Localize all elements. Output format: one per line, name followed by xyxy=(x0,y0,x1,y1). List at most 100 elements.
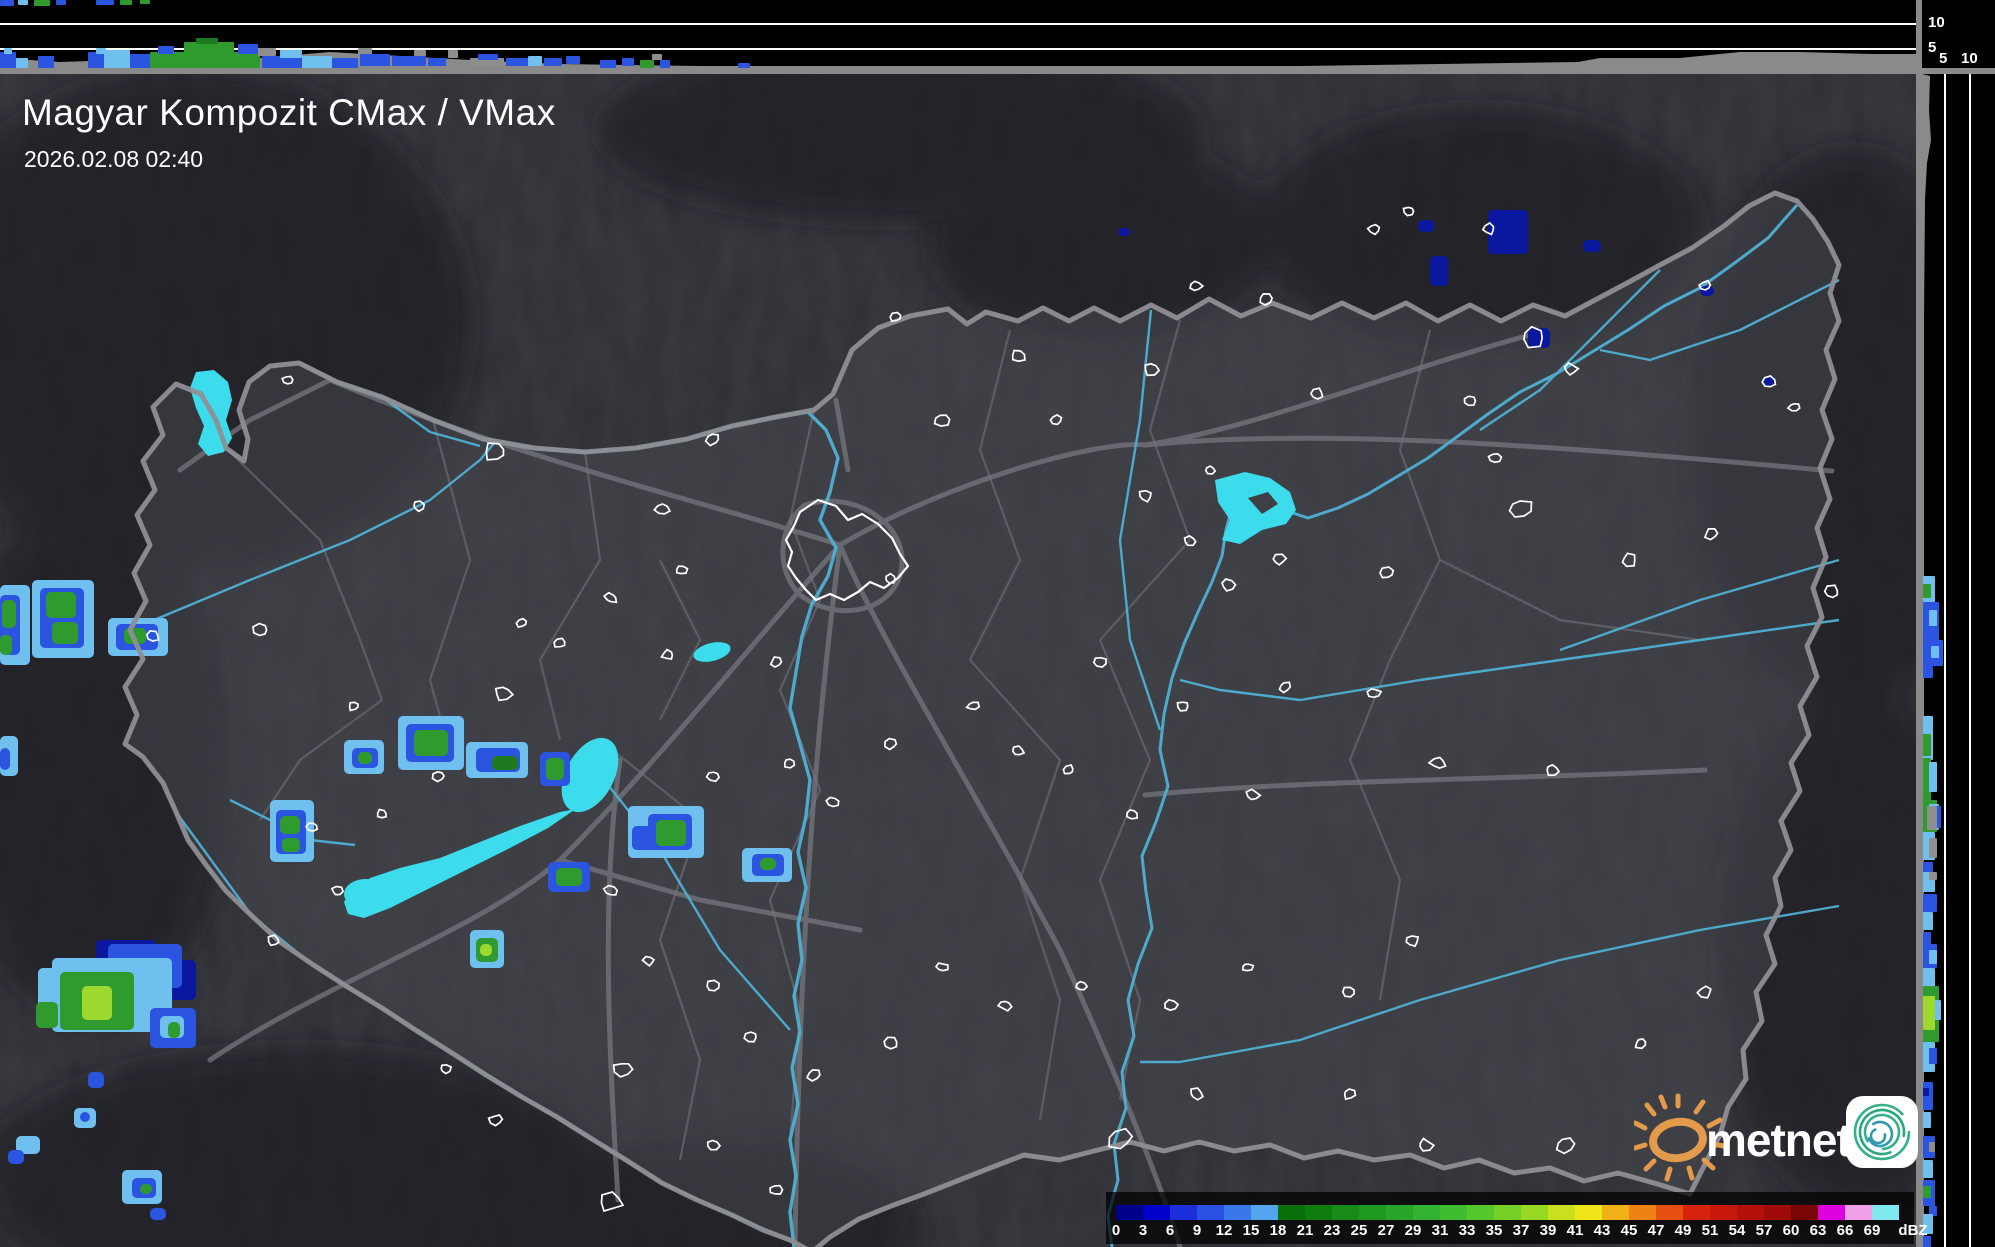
radar-cell xyxy=(150,52,184,68)
radar-cell xyxy=(120,0,132,5)
dbz-label: 0 xyxy=(1111,1222,1121,1239)
radar-cell xyxy=(4,48,12,54)
radar-cell xyxy=(392,56,426,66)
radar-cell xyxy=(1923,894,1937,912)
radar-cell xyxy=(1488,210,1528,254)
radar-cell xyxy=(82,986,112,1020)
radar-cell xyxy=(414,730,448,756)
radar-cell xyxy=(428,58,446,66)
radar-cell xyxy=(1929,838,1937,858)
radar-cell xyxy=(1430,256,1448,286)
radar-cell xyxy=(1118,228,1130,236)
dbz-cell xyxy=(1602,1205,1629,1220)
radar-cell xyxy=(140,1184,152,1194)
dbz-label: 39 xyxy=(1539,1222,1557,1239)
radar-cell xyxy=(1929,1048,1937,1064)
radar-cell xyxy=(1935,1000,1941,1020)
radar-cell xyxy=(0,52,16,68)
dbz-cell xyxy=(1521,1205,1548,1220)
map-area xyxy=(0,74,1916,1247)
dbz-cell xyxy=(1467,1205,1494,1220)
radar-cell xyxy=(1923,932,1931,944)
radar-cell xyxy=(546,758,564,780)
timestamp: 2026.02.08 02:40 xyxy=(24,146,204,172)
radar-cell xyxy=(544,58,562,66)
radar-cell xyxy=(1583,240,1601,252)
dbz-cell xyxy=(1116,1205,1143,1220)
dbz-label: 60 xyxy=(1782,1222,1800,1239)
dbz-cell xyxy=(1170,1205,1197,1220)
radar-cell xyxy=(1929,762,1937,792)
dbz-label: 43 xyxy=(1593,1222,1611,1239)
radar-cell xyxy=(1929,1142,1935,1152)
dbz-label: 35 xyxy=(1485,1222,1503,1239)
dbz-cell xyxy=(1656,1205,1683,1220)
dbz-cell xyxy=(1224,1205,1251,1220)
radar-cell xyxy=(150,1208,166,1220)
radar-cell xyxy=(0,635,12,655)
radar-cell xyxy=(88,1072,104,1088)
radar-cell xyxy=(282,838,300,852)
dbz-label: 9 xyxy=(1192,1222,1202,1239)
dbz-cell xyxy=(1494,1205,1521,1220)
dbz-cell xyxy=(1386,1205,1413,1220)
radar-cell xyxy=(1923,968,1935,988)
radar-cell xyxy=(656,820,686,846)
radar-cell xyxy=(18,0,28,5)
radar-cell xyxy=(640,60,654,68)
dbz-label: 15 xyxy=(1242,1222,1260,1239)
radar-cell xyxy=(8,1150,24,1164)
radar-cell xyxy=(448,50,458,58)
radar-cell xyxy=(1927,806,1937,830)
dbz-label: 18 xyxy=(1269,1222,1287,1239)
radar-cell xyxy=(660,60,670,68)
radar-cell xyxy=(556,868,582,886)
radar-cell xyxy=(0,748,10,770)
radar-cell xyxy=(280,816,300,834)
horizontal-separator xyxy=(0,68,1995,74)
radar-cell xyxy=(34,0,50,6)
dbz-colorbar-cells xyxy=(1116,1205,1899,1220)
dbz-label: 51 xyxy=(1701,1222,1719,1239)
radar-cell xyxy=(258,48,276,56)
radar-cell xyxy=(168,1022,180,1038)
right-axis-tick-5: 5 xyxy=(1939,50,1948,67)
radar-cell xyxy=(652,54,662,60)
dbz-label: 49 xyxy=(1674,1222,1692,1239)
radar-cell xyxy=(238,44,258,54)
dbz-cell xyxy=(1818,1205,1845,1220)
dbz-label: 23 xyxy=(1323,1222,1341,1239)
dbz-cell xyxy=(1791,1205,1818,1220)
radar-cell xyxy=(38,56,54,68)
dbz-label: 57 xyxy=(1755,1222,1773,1239)
dbz-label: 3 xyxy=(1138,1222,1148,1239)
dbz-colorbar: 0 3 6 9 12 15 18 21 23 25 27 29 31 33 35 37 39 41 43 45 47 49… xyxy=(1106,1192,1928,1244)
top-axis-tick-5: 5 xyxy=(1928,39,1937,56)
radar-cell xyxy=(1528,328,1550,348)
radar-cell xyxy=(1929,610,1937,626)
dbz-cell xyxy=(1251,1205,1278,1220)
lake-balaton-sw-end xyxy=(344,879,388,909)
radar-cell xyxy=(16,58,28,68)
dbz-label: 45 xyxy=(1620,1222,1638,1239)
dbz-label: 29 xyxy=(1404,1222,1422,1239)
radar-cell xyxy=(0,0,14,6)
radar-cell xyxy=(1929,872,1937,880)
top-axis-tick-10: 10 xyxy=(1928,14,1945,31)
dbz-label: 54 xyxy=(1728,1222,1746,1239)
radar-cell xyxy=(622,58,634,66)
dbz-cell xyxy=(1332,1205,1359,1220)
logo-text: metnet xyxy=(1706,1114,1851,1166)
radar-cell xyxy=(1418,220,1434,232)
dbz-label: 21 xyxy=(1296,1222,1314,1239)
dbz-label: 12 xyxy=(1215,1222,1233,1239)
radar-cell xyxy=(506,58,528,66)
radar-cell xyxy=(184,42,234,68)
metnet-logo: metnet xyxy=(1634,1093,1918,1182)
dbz-label: 33 xyxy=(1458,1222,1476,1239)
dbz-cell xyxy=(1278,1205,1305,1220)
radar-cell xyxy=(56,0,66,5)
radar-cell xyxy=(196,38,218,44)
radar-cell xyxy=(280,50,302,58)
dbz-label: 69 xyxy=(1863,1222,1881,1239)
